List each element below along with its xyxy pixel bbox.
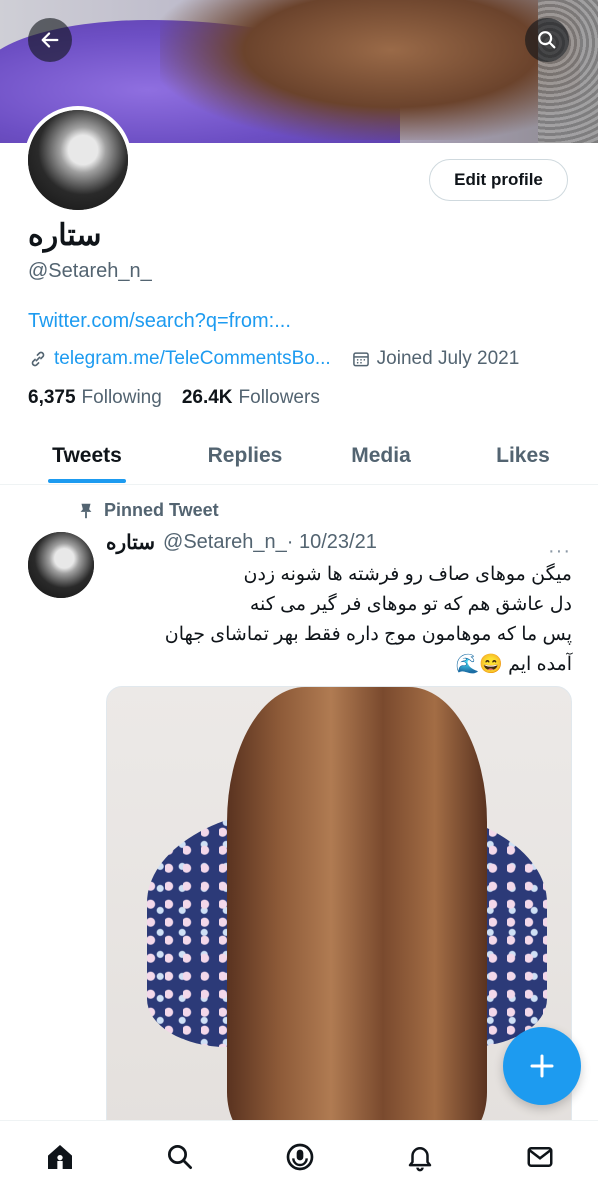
following-stat[interactable]: 6,375 Following <box>28 387 162 409</box>
profile-avatar[interactable] <box>24 106 132 214</box>
pinned-text: Pinned Tweet <box>104 500 219 520</box>
edit-profile-button[interactable]: Edit profile <box>429 159 568 201</box>
nav-notifications[interactable] <box>398 1135 442 1179</box>
avatar-photo <box>28 532 94 598</box>
nav-search[interactable] <box>158 1135 202 1179</box>
compose-tweet-button[interactable] <box>503 1027 581 1105</box>
tweet-media-image[interactable] <box>106 686 572 1138</box>
bio-link[interactable]: Twitter.com/search?q=from:... <box>28 310 291 333</box>
joined-text: Joined July 2021 <box>376 348 520 369</box>
tab-replies[interactable]: Replies <box>188 428 302 484</box>
tweet-author-name[interactable]: ستاره <box>106 530 155 555</box>
active-tab-indicator <box>48 479 126 483</box>
profile-handle: @Setareh_n_ <box>28 260 152 282</box>
follow-stats: 6,375 Following 26.4K Followers <box>28 387 320 409</box>
following-label: Following <box>81 387 162 408</box>
banner-image-hair <box>160 0 580 140</box>
mail-icon <box>527 1147 553 1167</box>
tweet-line: دل عاشق هم که تو موهای فر گیر می کنه <box>249 594 572 615</box>
tweet-line: آمده ایم 😄🌊 <box>455 654 572 675</box>
tweet-author-avatar[interactable] <box>28 532 94 598</box>
calendar-icon <box>352 352 369 367</box>
joined-date: Joined July 2021 <box>351 348 520 370</box>
pin-icon <box>80 503 92 518</box>
website-link[interactable]: telegram.me/TeleCommentsBo... <box>54 348 331 370</box>
nav-home[interactable] <box>38 1135 82 1179</box>
tweet-author-handle[interactable]: @Setareh_n_ <box>163 531 287 554</box>
arrow-left-icon <box>41 32 59 48</box>
nav-spaces[interactable] <box>278 1135 322 1179</box>
profile-meta: telegram.me/TeleCommentsBo... Joined Jul… <box>28 346 519 372</box>
compose-icon <box>530 1054 554 1078</box>
following-count: 6,375 <box>28 387 76 408</box>
pinned-tweet-label: Pinned Tweet <box>78 500 219 521</box>
tweet-header: ستاره @Setareh_n_ · 10/23/21 <box>106 530 377 555</box>
profile-name: ستاره <box>28 219 102 252</box>
nav-messages[interactable] <box>518 1135 562 1179</box>
search-icon <box>168 1145 192 1169</box>
spaces-icon <box>286 1143 314 1171</box>
search-button[interactable] <box>525 18 569 62</box>
tweet-line: میگن موهای صاف رو فرشته ها شونه زدن <box>243 564 572 585</box>
tab-likes[interactable]: Likes <box>466 428 580 484</box>
tab-media[interactable]: Media <box>324 428 438 484</box>
followers-count: 26.4K <box>181 387 233 408</box>
bell-icon <box>408 1147 432 1172</box>
profile-tabs: Tweets Replies Media Likes <box>0 428 598 485</box>
media-hair <box>227 687 487 1137</box>
tweet-date[interactable]: · 10/23/21 <box>287 531 377 554</box>
back-button[interactable] <box>28 18 72 62</box>
avatar-photo <box>28 110 128 210</box>
link-icon <box>31 351 45 367</box>
followers-label: Followers <box>238 387 320 408</box>
tab-tweets[interactable]: Tweets <box>30 428 144 484</box>
home-icon <box>48 1145 72 1169</box>
search-icon <box>538 31 556 49</box>
bottom-navigation <box>0 1120 598 1201</box>
followers-stat[interactable]: 26.4K Followers <box>182 387 320 409</box>
tweet-line: پس ما که موهامون موج داره فقط بهر تماشای… <box>164 624 572 645</box>
tweet-text: میگن موهای صاف رو فرشته ها شونه زدن دل ع… <box>106 560 572 680</box>
